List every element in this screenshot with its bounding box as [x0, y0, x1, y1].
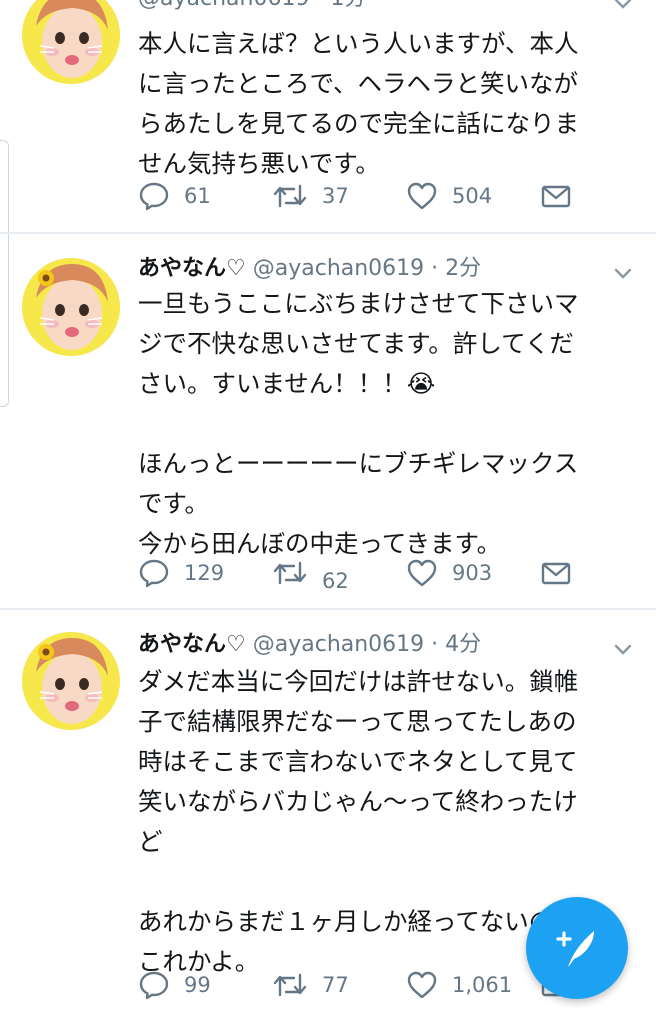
handle-and-time[interactable]: @ayachan0619 · 2分 — [253, 256, 481, 281]
tweet-text: 一旦もうここにぶちまけさせて下さいマ ジで不快な思いさせてます。許してくだ さい… — [138, 284, 628, 564]
mail-icon — [541, 185, 571, 208]
reply-count: 61 — [184, 184, 211, 208]
compose-tweet-button[interactable] — [526, 897, 628, 999]
like-count: 504 — [452, 184, 493, 208]
tweet-text-line: に言ったところで、ヘラヘラと笑いなが — [138, 69, 579, 98]
tweet-text-line: せん気持ち悪いです。 — [138, 149, 380, 178]
tweet-header: あやなん♡ @ayachan0619 · 4分 — [138, 630, 481, 660]
reply-count: 129 — [184, 561, 225, 585]
like-button[interactable]: 1,061 — [406, 968, 512, 1002]
reply-icon — [139, 971, 169, 1000]
retweet-button[interactable]: 77 — [272, 968, 349, 1002]
retweet-button[interactable]: 62 — [272, 556, 349, 593]
retweet-count: 77 — [322, 973, 349, 997]
reply-button[interactable]: 61 — [138, 179, 211, 213]
tweet-header: @ayachan0619 · 1分 — [138, 0, 366, 14]
avatar-image — [22, 632, 120, 730]
chevron-down-icon[interactable] — [612, 262, 634, 284]
heart-icon — [407, 559, 437, 587]
like-count: 903 — [452, 561, 493, 585]
avatar-image — [22, 0, 120, 84]
tweet-text-line: 一旦もうここにぶちまけさせて下さいマ — [138, 289, 579, 318]
reply-icon — [139, 559, 169, 588]
direct-message-button[interactable] — [540, 179, 586, 213]
handle-and-time[interactable]: @ayachan0619 · 1分 — [138, 0, 366, 11]
heart-icon — [407, 182, 437, 210]
tweet-text-line: 笑いながらバカじゃん〜って終わったけ — [138, 787, 578, 816]
tweet-text-line: ど — [138, 827, 163, 856]
tweet-header: あやなん♡ @ayachan0619 · 2分 — [138, 254, 481, 284]
tweet-text-line: ジで不快な思いさせてます。許してくだ — [138, 329, 574, 358]
display-name[interactable]: あやなん♡ — [138, 632, 246, 657]
reply-icon — [139, 182, 169, 211]
avatar[interactable] — [22, 632, 120, 730]
direct-message-button[interactable] — [540, 556, 586, 590]
like-button[interactable]: 504 — [406, 179, 492, 213]
chevron-down-icon[interactable] — [612, 0, 634, 14]
tweet-text-line: 本人に言えば？という人いますが、本人 — [138, 29, 579, 58]
retweet-icon — [273, 184, 307, 208]
tweet-2[interactable]: あやなん♡ @ayachan0619 · 2分 一旦もうここにぶちまけさせて下さ… — [0, 234, 656, 608]
tweet-text: 本人に言えば？という人いますが、本人 に言ったところで、ヘラヘラと笑いなが らあ… — [138, 24, 628, 184]
tweet-1[interactable]: @ayachan0619 · 1分 本人に言えば？という人いますが、本人 に言っ… — [0, 0, 656, 232]
tweet-text-line: です。 — [138, 489, 210, 518]
tweet-text-line: らあたしを見てるので完全に話になりま — [138, 109, 579, 138]
chevron-down-icon[interactable] — [612, 638, 634, 660]
heart-icon — [407, 971, 437, 999]
avatar[interactable] — [22, 0, 120, 84]
reply-count: 99 — [184, 973, 211, 997]
tweet-text-line: 時はそこまで言わないでネタとして見て — [138, 747, 578, 776]
tweet-actions: 61 37 504 — [138, 179, 638, 213]
avatar[interactable] — [22, 258, 120, 356]
tweet-text-line: ダメだ本当に今回だけは許せない。鎖帷 — [138, 667, 579, 696]
retweet-count: 62 — [322, 569, 349, 593]
display-name[interactable]: あやなん♡ — [138, 256, 246, 281]
tweet-actions: 129 62 903 — [138, 556, 638, 593]
retweet-icon — [273, 561, 307, 585]
reply-button[interactable]: 99 — [138, 968, 211, 1002]
tweet-text-line: さい。すいません！！！😭 — [138, 369, 436, 398]
avatar-image — [22, 258, 120, 356]
tweet-text-line: ほんっとーーーーーにブチギレマックス — [138, 449, 579, 478]
tweet-text-line: 子で結構限界だなーって思ってたしあの — [138, 707, 577, 736]
reply-button[interactable]: 129 — [138, 556, 224, 590]
retweet-count: 37 — [322, 184, 349, 208]
mail-icon — [541, 562, 571, 585]
like-count: 1,061 — [452, 973, 513, 997]
compose-tweet-icon — [556, 931, 594, 967]
like-button[interactable]: 903 — [406, 556, 492, 590]
retweet-button[interactable]: 37 — [272, 179, 349, 213]
handle-and-time[interactable]: @ayachan0619 · 4分 — [253, 632, 481, 657]
retweet-icon — [273, 973, 307, 997]
